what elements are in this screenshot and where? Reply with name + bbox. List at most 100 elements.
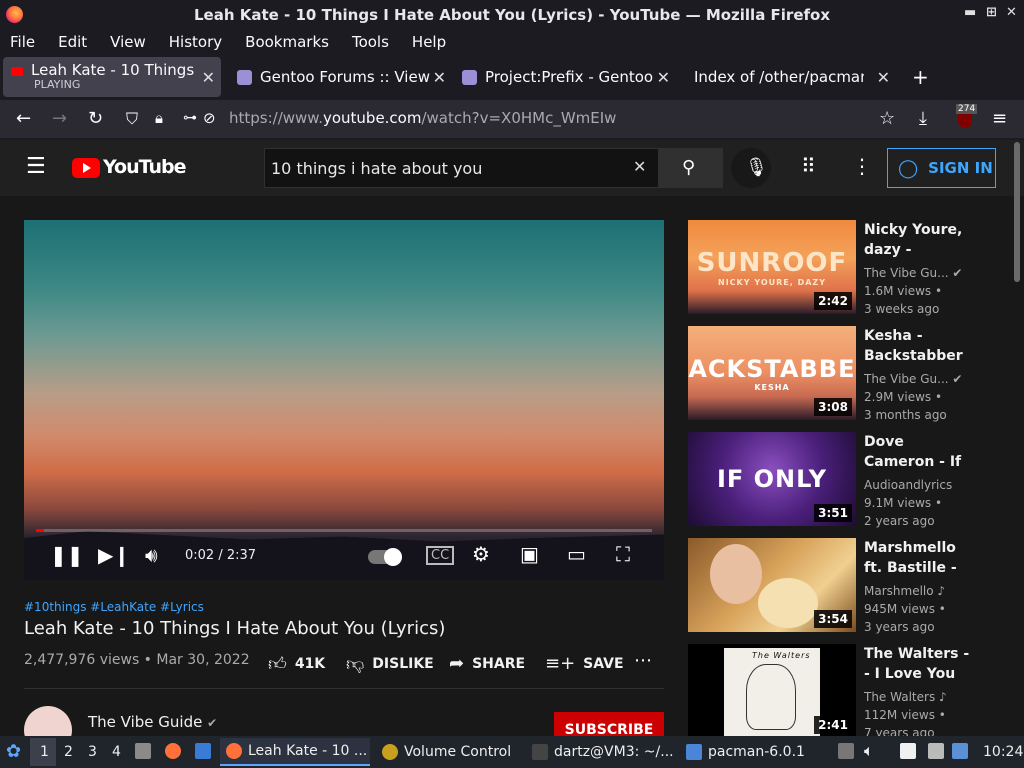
taskbar-window-firefox[interactable]: Leah Kate - 10 ... xyxy=(220,738,370,766)
save-button[interactable]: ≡+ SAVE xyxy=(545,653,624,674)
search-button[interactable]: ⚲ xyxy=(659,148,723,188)
taskbar-window-terminal[interactable]: dartz@VM3: ~/... xyxy=(526,738,676,766)
recommendation-title[interactable]: The Walters -- I Love You So xyxy=(864,644,974,684)
menu-help[interactable]: Help xyxy=(412,33,446,51)
settings-dots-icon[interactable]: ⋮ xyxy=(852,154,872,178)
close-tab-icon[interactable]: ✕ xyxy=(433,68,446,87)
tab-gentoo-forums[interactable]: Gentoo Forums :: View topic ✕ xyxy=(229,58,452,96)
close-tab-icon[interactable]: ✕ xyxy=(877,68,890,87)
new-tab-icon[interactable]: + xyxy=(912,65,929,89)
recommendation-title[interactable]: Marshmello ft. Bastille - Happier xyxy=(864,538,974,578)
recommendation-title[interactable]: Nicky Youre, dazy - Sunroof (Lyrics) xyxy=(864,220,974,260)
recommendation-item[interactable]: The Walters 2:41 The Walters -- I Love Y… xyxy=(688,644,988,740)
maximize-icon[interactable]: ⊞ xyxy=(986,5,997,20)
url-bar[interactable]: https://www.youtube.com/watch?v=X0HMc_Wm… xyxy=(229,109,616,127)
recommendation-item[interactable]: BACKSTABBER KESHA 3:08 Kesha - Backstabb… xyxy=(688,326,988,422)
tab-youtube[interactable]: Leah Kate - 10 Things I Hate About You P… xyxy=(3,57,221,97)
next-icon[interactable]: ▶❙ xyxy=(98,543,130,567)
share-button[interactable]: ➦ SHARE xyxy=(449,653,525,674)
miniplayer-icon[interactable]: ▣ xyxy=(520,542,539,566)
app-menu-icon[interactable]: ✿ xyxy=(6,741,21,762)
recommendation-views: 1.6M views • xyxy=(864,284,943,298)
menu-view[interactable]: View xyxy=(110,33,146,51)
recommendation-title[interactable]: Dove Cameron - If Only (Lyrics) xyxy=(864,432,974,472)
recommendation-channel[interactable]: The Walters ♪ xyxy=(864,690,947,704)
workspace-4[interactable]: 4 xyxy=(112,744,121,760)
updates-icon[interactable] xyxy=(952,743,968,759)
guide-menu-icon[interactable]: ☰ xyxy=(26,154,46,179)
speaker-icon[interactable]: 🔈︎ xyxy=(864,741,874,761)
recommendation-item[interactable]: 3:54 Marshmello ft. Bastille - Happier M… xyxy=(688,538,988,634)
workspace-1[interactable]: 1 xyxy=(40,744,49,760)
close-tab-icon[interactable]: ✕ xyxy=(202,68,215,87)
back-icon[interactable]: ← xyxy=(16,108,31,129)
reload-icon[interactable]: ↻ xyxy=(88,108,103,129)
dislike-button[interactable]: 👎︎ DISLIKE xyxy=(346,653,434,675)
subtitles-icon[interactable]: CC xyxy=(426,546,455,565)
shield-icon[interactable]: ⛉ xyxy=(126,109,138,129)
menu-bookmarks[interactable]: Bookmarks xyxy=(245,33,329,51)
recommendation-item[interactable]: IF ONLY 3:51 Dove Cameron - If Only (Lyr… xyxy=(688,432,988,528)
sign-in-button[interactable]: ◯ SIGN IN xyxy=(887,148,996,188)
folder-icon xyxy=(686,744,702,760)
recommendation-channel[interactable]: Audioandlyrics xyxy=(864,478,952,492)
close-tab-icon[interactable]: ✕ xyxy=(657,68,670,87)
workspace-2[interactable]: 2 xyxy=(64,744,73,760)
autoplay-toggle[interactable] xyxy=(368,548,402,566)
channel-name[interactable]: The Vibe Guide ✔ xyxy=(88,713,217,731)
tab-gentoo-wiki[interactable]: Project:Prefix - Gentoo Wiki ✕ xyxy=(454,58,676,96)
lock-icon[interactable]: 🔒︎ xyxy=(155,109,163,127)
minimize-icon[interactable]: ▬ xyxy=(964,5,976,20)
video-thumbnail[interactable]: IF ONLY 3:51 xyxy=(688,432,856,526)
bookmark-star-icon[interactable]: ☆ xyxy=(879,108,895,129)
video-player[interactable]: ❚❚ ▶❙ 🔊︎ 0:02 / 2:37 CC ⚙ ▣ ▭ ⛶ xyxy=(24,220,664,580)
recommendation-channel[interactable]: Marshmello ♪ xyxy=(864,584,945,598)
workspace-3[interactable]: 3 xyxy=(88,744,97,760)
desktop-launcher-icon[interactable] xyxy=(195,743,211,759)
autoplay-blocked-icon[interactable]: ⊘ xyxy=(203,109,216,127)
clipboard-icon[interactable] xyxy=(900,743,916,759)
tray-icon[interactable] xyxy=(838,743,854,759)
close-window-icon[interactable]: ✕ xyxy=(1006,5,1017,20)
settings-gear-icon[interactable]: ⚙ xyxy=(472,542,490,566)
clock[interactable]: 10:24 xyxy=(983,744,1023,760)
volume-icon[interactable]: 🔊︎ xyxy=(145,543,158,567)
youtube-logo-text[interactable]: YouTube xyxy=(103,156,186,178)
video-thumbnail[interactable]: The Walters 2:41 xyxy=(688,644,856,738)
menu-edit[interactable]: Edit xyxy=(58,33,87,51)
taskbar-window-volume[interactable]: Volume Control xyxy=(376,738,522,766)
youtube-logo-icon[interactable] xyxy=(72,158,100,178)
video-thumbnail[interactable]: 3:54 xyxy=(688,538,856,632)
clear-search-icon[interactable]: ✕ xyxy=(633,157,646,176)
recommendation-item[interactable]: SUNROOF NICKY YOURE, DAZY 2:42 Nicky You… xyxy=(688,220,988,316)
recommendation-channel[interactable]: The Vibe Gu... ✔ xyxy=(864,266,962,280)
video-hashtags[interactable]: #10things #LeahKate #Lyrics xyxy=(24,600,204,614)
menu-history[interactable]: History xyxy=(169,33,222,51)
menu-file[interactable]: File xyxy=(10,33,35,51)
network-icon[interactable] xyxy=(928,743,944,759)
forward-icon[interactable]: → xyxy=(52,108,67,129)
progress-bar[interactable] xyxy=(36,529,652,532)
menu-tools[interactable]: Tools xyxy=(352,33,389,51)
voice-search-button[interactable]: 🎙︎ xyxy=(731,148,771,188)
file-manager-launcher-icon[interactable] xyxy=(135,743,151,759)
permissions-icon[interactable]: ⊶ xyxy=(183,110,197,126)
search-input[interactable]: 10 things i hate about you xyxy=(264,148,659,188)
video-thumbnail[interactable]: SUNROOF NICKY YOURE, DAZY 2:42 xyxy=(688,220,856,314)
firefox-launcher-icon[interactable] xyxy=(165,743,181,759)
more-actions-icon[interactable]: ⋯ xyxy=(634,650,652,671)
like-button[interactable]: 👍︎ 41K xyxy=(268,653,325,675)
hamburger-menu-icon[interactable]: ≡ xyxy=(992,108,1007,129)
tab-pacman-index[interactable]: Index of /other/pacman/ ✕ xyxy=(678,58,896,96)
page-scrollbar[interactable] xyxy=(1014,142,1020,282)
downloads-icon[interactable]: ⤓ xyxy=(919,108,927,129)
apps-grid-icon[interactable]: ⠿ xyxy=(801,154,816,178)
recommendation-channel[interactable]: The Vibe Gu... ✔ xyxy=(864,372,962,386)
theater-mode-icon[interactable]: ▭ xyxy=(567,542,586,566)
fullscreen-icon[interactable]: ⛶ xyxy=(616,542,630,566)
video-thumbnail[interactable]: BACKSTABBER KESHA 3:08 xyxy=(688,326,856,420)
pause-icon[interactable]: ❚❚ xyxy=(50,543,84,567)
taskbar-window-folder[interactable]: pacman-6.0.1 xyxy=(680,738,830,766)
ublock-icon[interactable]: 274 xyxy=(954,104,978,128)
recommendation-title[interactable]: Kesha - Backstabber (Lyrics) xyxy=(864,326,974,366)
